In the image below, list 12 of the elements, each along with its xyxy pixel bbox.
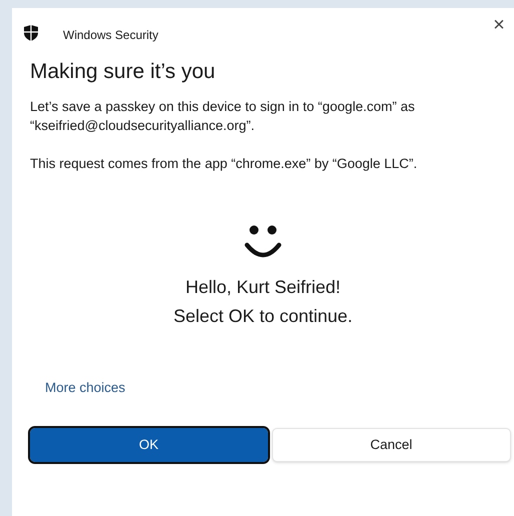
- shield-icon: [24, 25, 38, 41]
- cancel-button[interactable]: Cancel: [272, 428, 511, 462]
- greeting-text: Select OK to continue.: [173, 305, 353, 328]
- more-choices-link[interactable]: More choices: [45, 378, 126, 398]
- window-title: Windows Security: [63, 27, 158, 44]
- ok-button[interactable]: OK: [30, 428, 268, 462]
- dialog-heading: Making sure it’s you: [30, 59, 216, 85]
- greeting-text: Hello, Kurt Seifried!: [185, 276, 341, 299]
- smiley-icon: [244, 225, 282, 259]
- close-button[interactable]: ×: [487, 14, 511, 36]
- message-text: This request comes from the app “chrome.exe” by “Google LLC”.: [30, 155, 418, 173]
- message-text: Let’s save a passkey on this device to sign in to “google.com” as “kseifried@cloudsecurityalliance.org”.: [30, 98, 416, 135]
